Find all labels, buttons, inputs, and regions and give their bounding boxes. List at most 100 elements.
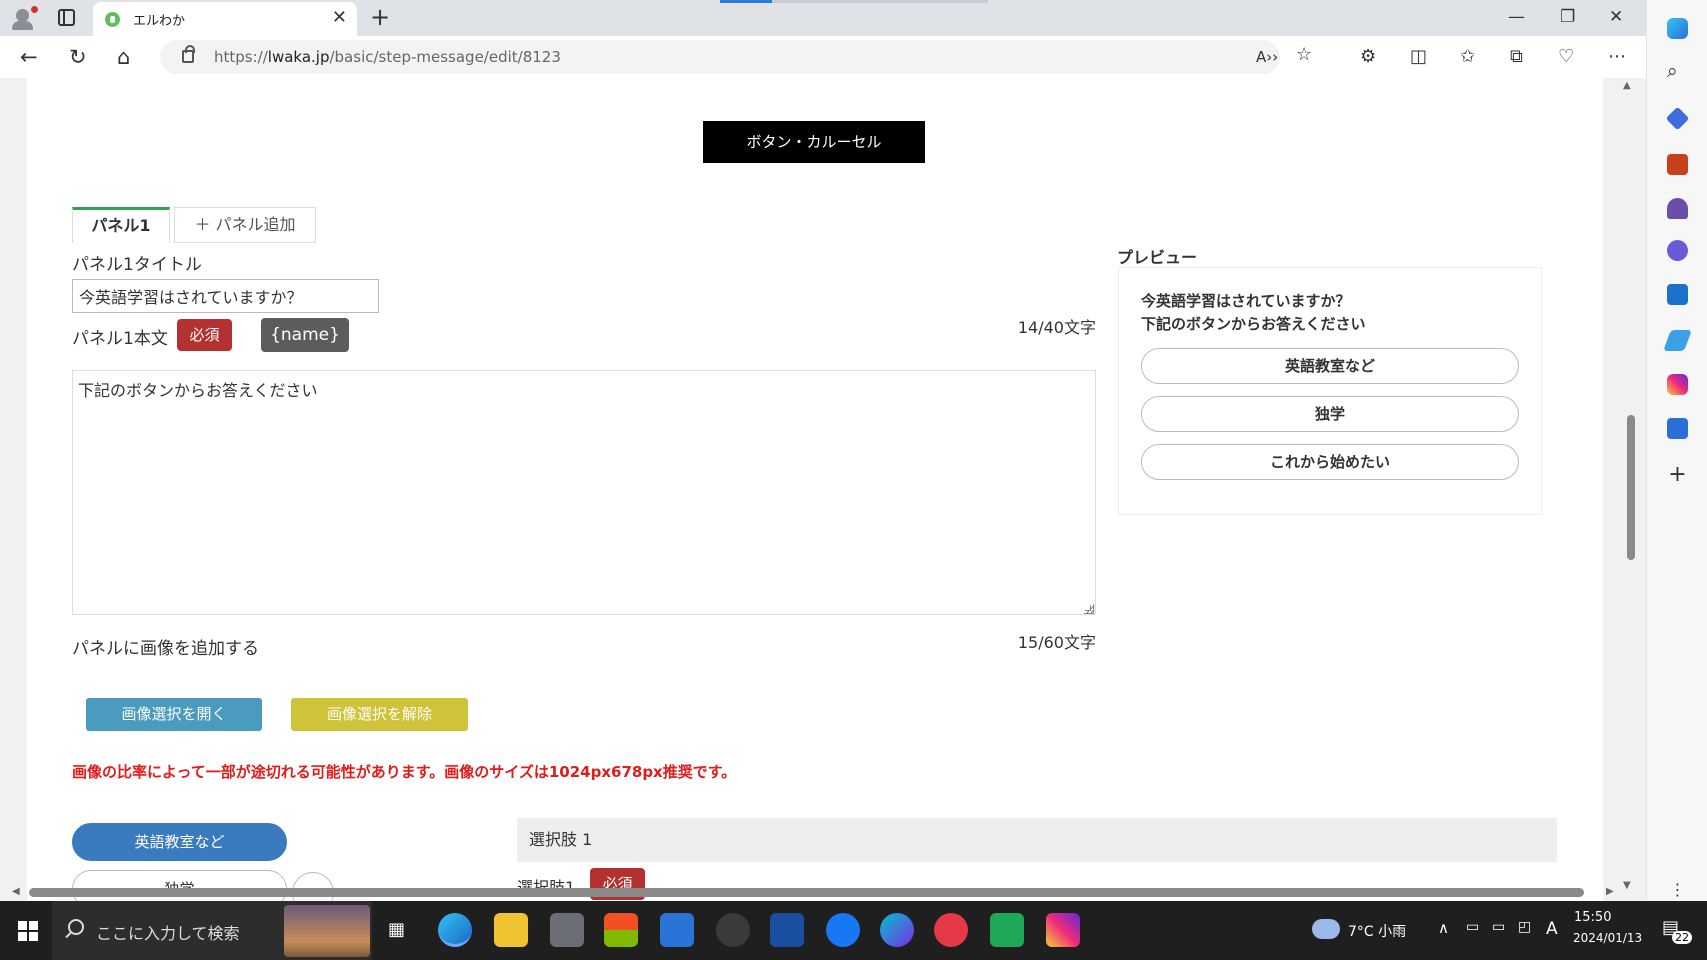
preview-choice-button[interactable]: 独学: [1141, 396, 1519, 432]
body-char-counter: 15/60文字: [1017, 633, 1096, 652]
tray-chevron-icon[interactable]: ∧: [1438, 919, 1449, 937]
edge-sidebar: ⌕ + ⋮: [1646, 0, 1707, 901]
edge-app-icon[interactable]: [438, 913, 472, 947]
windows-taskbar: ここに入力して検索 ▦ 7°C 小雨 ∧ ▭ ▭ ◰ A 15:50 2024/…: [0, 901, 1707, 960]
favorite-star-icon[interactable]: ☆: [1296, 42, 1312, 68]
home-icon[interactable]: ⌂: [117, 44, 130, 70]
notification-count-badge: 22: [1672, 931, 1692, 944]
chat-app-icon[interactable]: [990, 913, 1024, 947]
carousel-type-button[interactable]: ボタン・カルーセル: [703, 121, 925, 163]
back-icon[interactable]: ←: [20, 44, 38, 70]
notes-icon[interactable]: [1667, 418, 1688, 439]
add-sidebar-app-icon[interactable]: +: [1667, 462, 1688, 487]
clock-date[interactable]: 2024/01/13: [1573, 931, 1642, 945]
scroll-left-arrow-icon[interactable]: ◀: [12, 886, 20, 897]
choice-button-selected[interactable]: 英語教室など: [72, 823, 287, 861]
microsoft-store-icon[interactable]: [604, 913, 638, 947]
tab-strip-indicator: [720, 0, 988, 3]
weather-text[interactable]: 7°C 小雨: [1348, 921, 1406, 941]
minimize-icon[interactable]: —: [1508, 6, 1525, 28]
lock-icon[interactable]: [182, 45, 195, 63]
scroll-right-arrow-icon[interactable]: ▶: [1606, 886, 1614, 897]
battery-icon[interactable]: ▭: [1492, 919, 1505, 935]
tab-actions-icon[interactable]: [58, 9, 75, 26]
tools-icon[interactable]: [1667, 154, 1688, 175]
split-screen-icon[interactable]: ◫: [1410, 44, 1427, 70]
address-bar[interactable]: https://lwaka.jp/basic/step-message/edit…: [160, 40, 1312, 74]
tab-title: エルわか: [133, 14, 186, 29]
horizontal-scrollbar[interactable]: ◀ ▶: [0, 883, 1620, 901]
preview-line-body: 下記のボタンからお答えください: [1141, 315, 1366, 333]
instagram-icon[interactable]: [1667, 374, 1688, 395]
insert-name-button[interactable]: {name}: [261, 318, 349, 352]
outlook-icon[interactable]: [1667, 284, 1688, 305]
sidebar-settings-icon[interactable]: ⋮: [1667, 880, 1688, 901]
weather-cloud-icon[interactable]: [1312, 919, 1340, 939]
windows-start-icon[interactable]: [18, 921, 38, 941]
panel-title-input[interactable]: [72, 279, 379, 313]
file-explorer-icon[interactable]: [494, 913, 528, 947]
extensions-icon[interactable]: ⚙: [1360, 44, 1376, 70]
add-panel-tab[interactable]: ＋ パネル追加: [174, 207, 316, 243]
canva-icon[interactable]: [880, 913, 914, 947]
favorites-icon[interactable]: ✩: [1460, 44, 1475, 70]
browser-essentials-icon[interactable]: ♡: [1558, 44, 1574, 70]
shopping-tag-icon[interactable]: [1665, 106, 1690, 131]
scroll-down-arrow-icon[interactable]: ▼: [1623, 880, 1631, 891]
taskbar-search-placeholder: ここに入力して検索: [96, 924, 240, 943]
preview-title: プレビュー: [1117, 248, 1198, 267]
drop-icon[interactable]: [1663, 330, 1692, 351]
preview-choice-button[interactable]: 英語教室など: [1141, 348, 1519, 384]
vertical-scroll-thumb[interactable]: [1627, 415, 1635, 560]
games-icon[interactable]: [1667, 198, 1688, 219]
new-tab-button[interactable]: +: [370, 4, 390, 30]
instagram-app-icon[interactable]: [1046, 913, 1080, 947]
preview-line-title: 今英語学習はされていますか？: [1141, 292, 1351, 310]
choice-1-header: 選択肢 1: [517, 818, 1557, 862]
close-window-icon[interactable]: ✕: [1609, 6, 1623, 28]
title-char-counter: 14/40文字: [1017, 318, 1096, 337]
collections-icon[interactable]: ⧉: [1510, 44, 1523, 70]
more-menu-icon[interactable]: ⋯: [1608, 44, 1626, 70]
close-tab-icon[interactable]: ✕: [332, 8, 347, 28]
read-aloud-icon[interactable]: A››: [1256, 44, 1278, 70]
broadcast-icon[interactable]: [716, 913, 750, 947]
search-icon[interactable]: ⌕: [1667, 60, 1688, 82]
vertical-scrollbar[interactable]: ▲ ▼: [1620, 78, 1638, 901]
scroll-up-arrow-icon[interactable]: ▲: [1623, 80, 1631, 91]
required-badge: 必須: [177, 319, 232, 351]
task-view-icon[interactable]: ▦: [388, 919, 405, 940]
restore-icon[interactable]: ❐: [1560, 6, 1575, 28]
page-viewport: ボタン・カルーセル パネル1 ＋ パネル追加 パネル1タイトル パネル1本文 必…: [0, 78, 1646, 901]
browser-titlebar: エルわか ✕ + — ❐ ✕: [0, 0, 1646, 36]
resize-handle-icon[interactable]: [1084, 604, 1094, 614]
image-ratio-warning: 画像の比率によって一部が途切れる可能性があります。画像のサイズは1024px67…: [72, 763, 737, 781]
panel-body-textarea[interactable]: 下記のボタンからお答えください: [72, 370, 1096, 615]
url-text[interactable]: https://lwaka.jp/basic/step-message/edit…: [214, 48, 561, 66]
site-favicon-icon: [105, 12, 120, 27]
ime-indicator[interactable]: A: [1546, 919, 1558, 939]
profile-avatar-icon[interactable]: [10, 6, 38, 30]
preview-panel: 今英語学習はされていますか？ 下記のボタンからお答えください 英語教室など 独学…: [1118, 267, 1542, 515]
clear-image-selection-button[interactable]: 画像選択を解除: [291, 698, 468, 731]
clock-time[interactable]: 15:50: [1574, 910, 1611, 925]
mail-icon[interactable]: [660, 913, 694, 947]
taskbar-search[interactable]: ここに入力して検索: [52, 901, 372, 960]
open-image-selector-button[interactable]: 画像選択を開く: [86, 698, 262, 731]
app-icon[interactable]: [770, 913, 804, 947]
horizontal-scroll-thumb[interactable]: [29, 888, 1584, 897]
panel-body-label: パネル1本文: [72, 329, 168, 349]
copilot-icon[interactable]: [1667, 18, 1688, 39]
preview-message: 今英語学習はされていますか？ 下記のボタンからお答えください: [1141, 290, 1366, 336]
preview-choice-button[interactable]: これから始めたい: [1141, 444, 1519, 480]
tab-panel-1[interactable]: パネル1: [72, 207, 170, 243]
snipping-tool-icon[interactable]: [550, 913, 584, 947]
refresh-icon[interactable]: ↻: [69, 44, 87, 70]
network-icon[interactable]: ◰: [1518, 919, 1531, 935]
browser-tab-active[interactable]: エルわか ✕: [93, 2, 357, 36]
microsoft365-icon[interactable]: [1667, 240, 1688, 261]
add-image-label: パネルに画像を追加する: [72, 639, 259, 659]
facebook-icon[interactable]: [826, 913, 860, 947]
meet-now-icon[interactable]: ▭: [1466, 919, 1479, 935]
creative-app-icon[interactable]: [934, 913, 968, 947]
